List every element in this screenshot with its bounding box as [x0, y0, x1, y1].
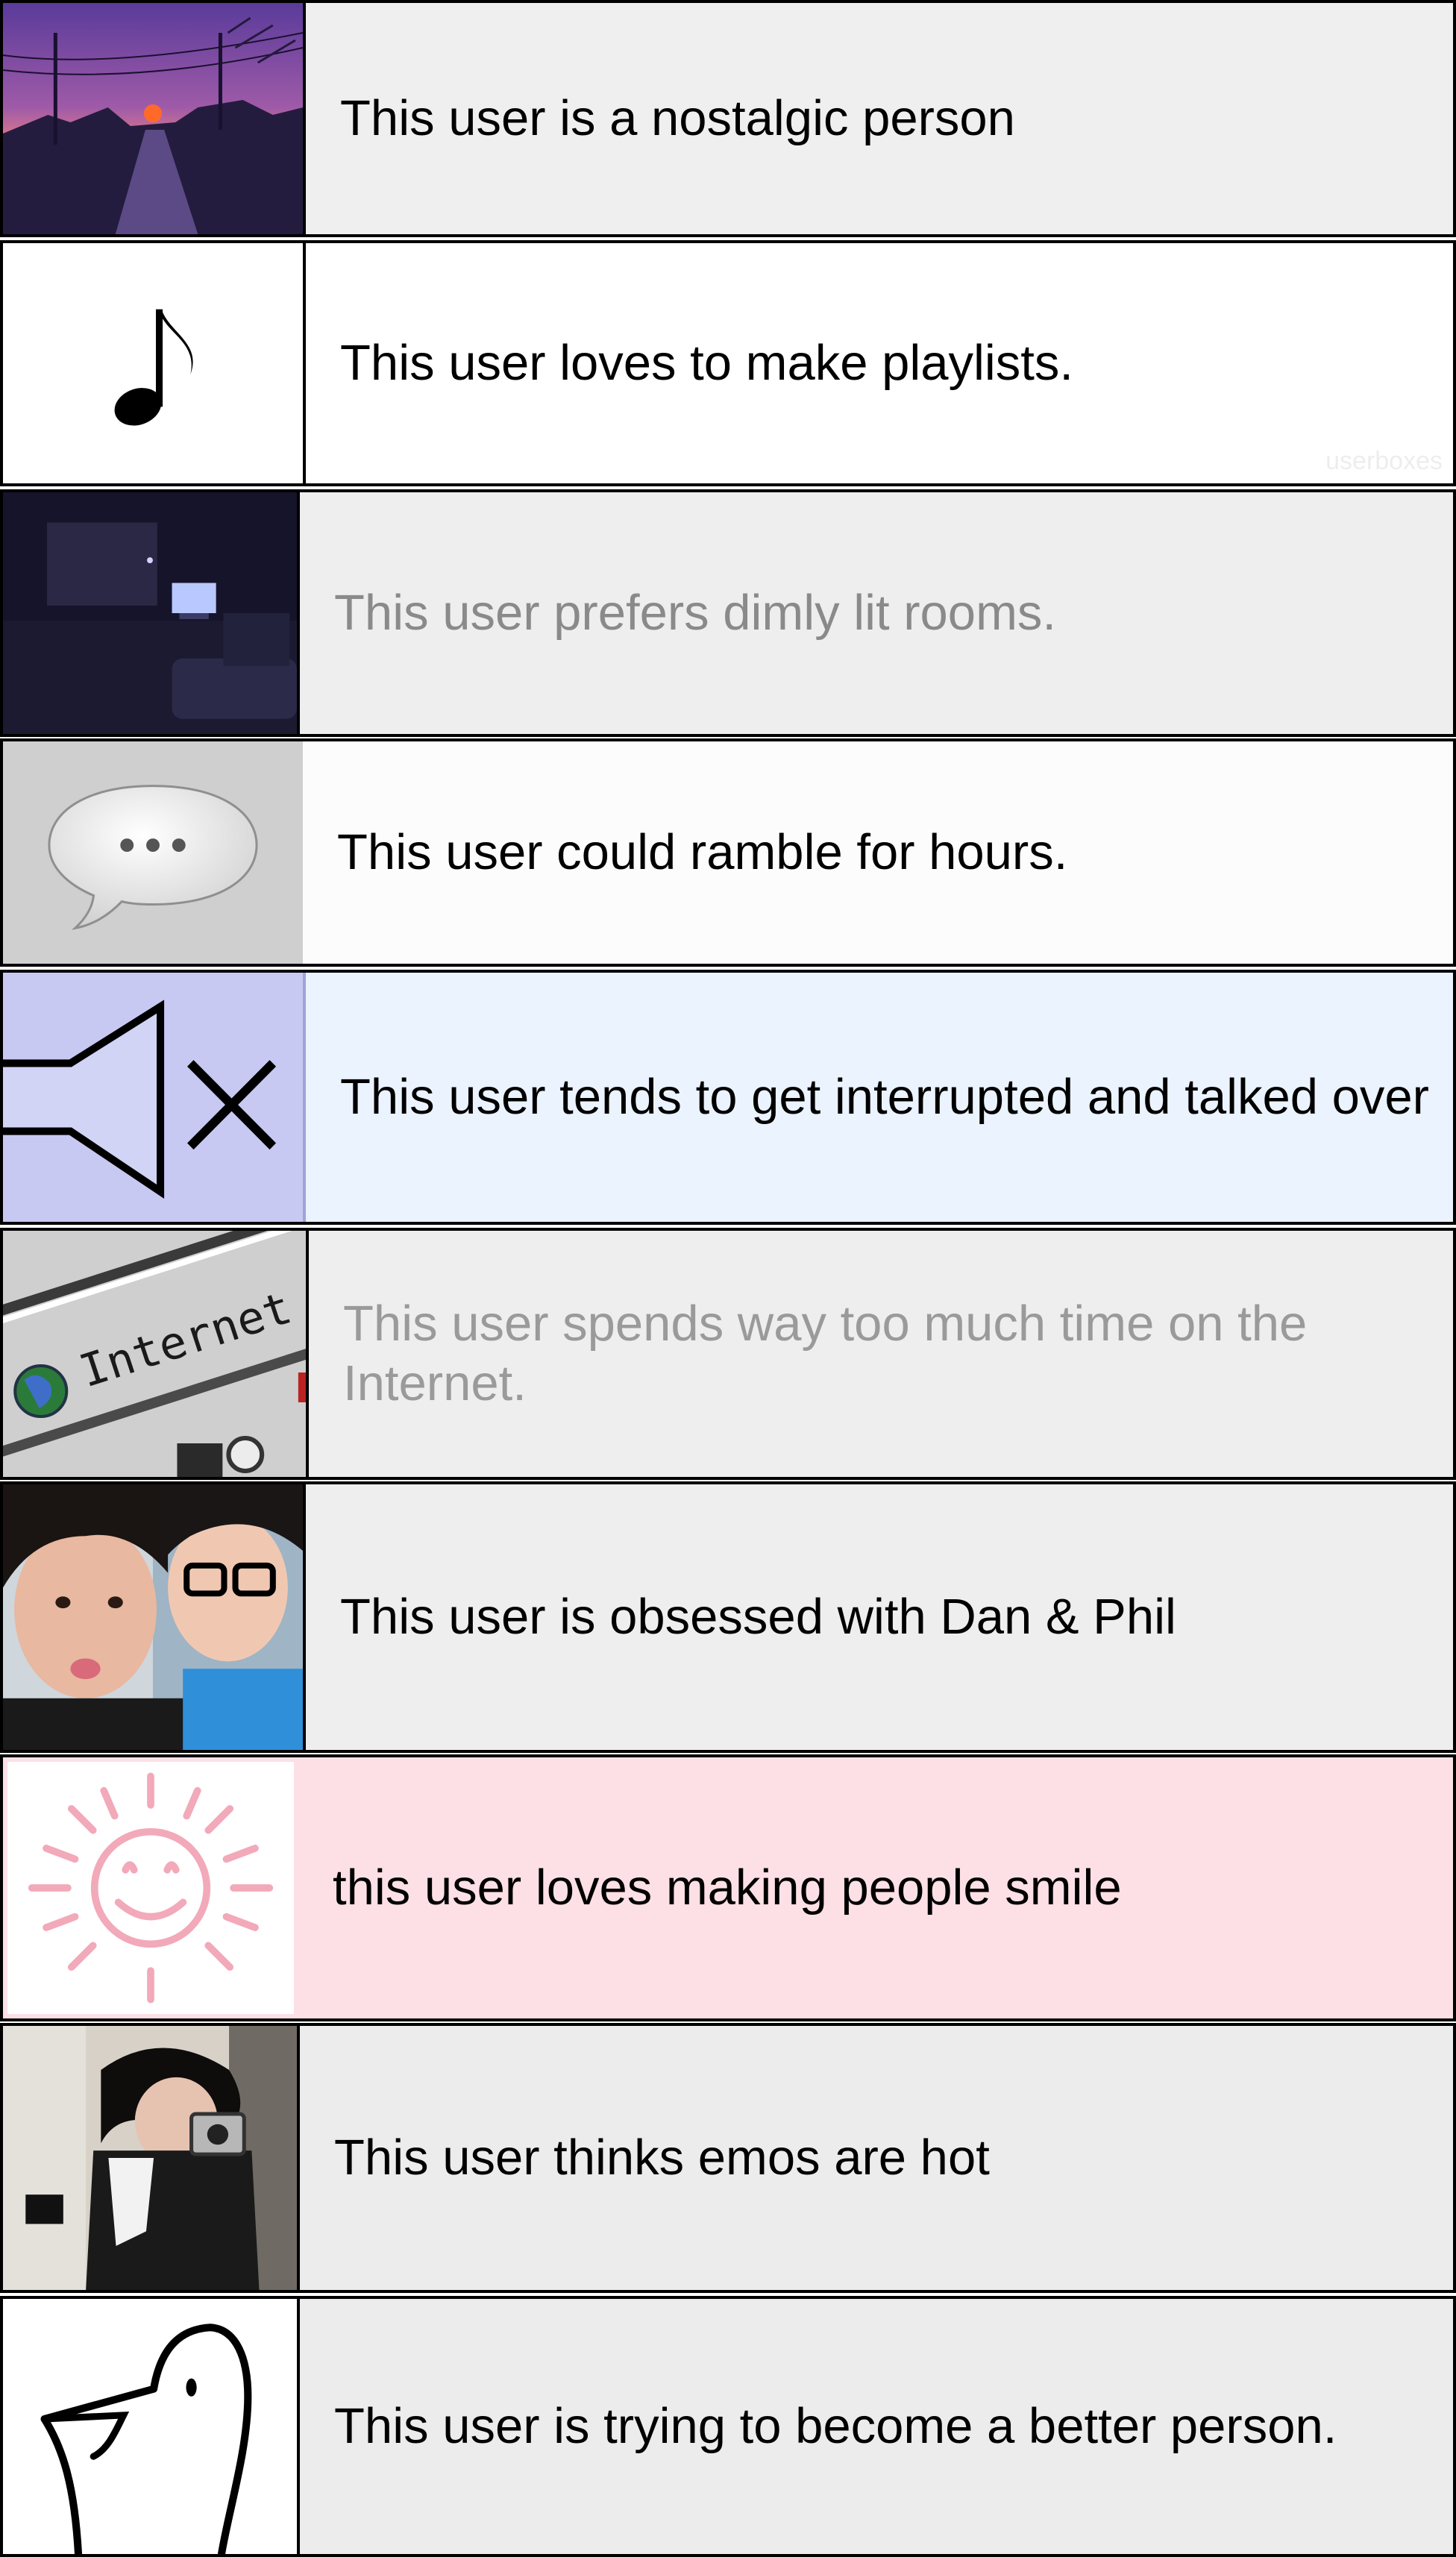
userbox-interrupted: This user tends to get interrupted and t… [0, 970, 1456, 1225]
userbox-text: This user spends way too much time on th… [343, 1296, 1308, 1411]
userbox-ramble: This user could ramble for hours. [0, 738, 1456, 967]
dim-room-photo [3, 492, 300, 734]
smiling-sun-icon [3, 1757, 298, 2018]
userbox-text: This user tends to get interrupted and t… [340, 1069, 1429, 1125]
speaker-muted-icon [3, 973, 306, 1222]
internet-icon: Internet [3, 1231, 309, 1477]
userbox-text: This user is a nostalgic person [340, 90, 1015, 146]
userbox-text: This user could ramble for hours. [337, 824, 1068, 880]
userbox-internet: Internet This user spends way too much t… [0, 1228, 1456, 1480]
userbox-playlists: This user loves to make playlists. userb… [0, 240, 1456, 486]
userbox-text: This user is obsessed with Dan & Phil [340, 1589, 1176, 1645]
watermark: userboxes [1325, 447, 1443, 475]
userbox-text: This user prefers dimly lit rooms. [334, 585, 1056, 641]
userbox-better-person: This user is trying to become a better p… [0, 2296, 1456, 2557]
speech-bubble-icon [3, 741, 303, 964]
emo-mirror-selfie-photo [3, 2026, 300, 2290]
userbox-smile: this user loves making people smile [0, 1754, 1456, 2021]
userbox-emos: This user thinks emos are hot [0, 2023, 1456, 2293]
userbox-stack: This user is a nostalgic person This use… [0, 0, 1456, 2557]
userbox-nostalgic: This user is a nostalgic person [0, 0, 1456, 237]
userbox-dan-phil: This user is obsessed with Dan & Phil [0, 1481, 1456, 1753]
userbox-text: This user loves to make playlists. [340, 335, 1074, 391]
bird-doodle-icon [3, 2299, 300, 2554]
sunset-street-photo [3, 3, 306, 234]
userbox-text: this user loves making people smile [333, 1860, 1122, 1916]
userbox-text: This user is trying to become a better p… [334, 2398, 1337, 2454]
selfie-photo [3, 1484, 306, 1750]
music-note-icon [3, 243, 306, 483]
userbox-text: This user thinks emos are hot [334, 2130, 990, 2186]
userbox-dim-rooms: This user prefers dimly lit rooms. [0, 489, 1456, 737]
